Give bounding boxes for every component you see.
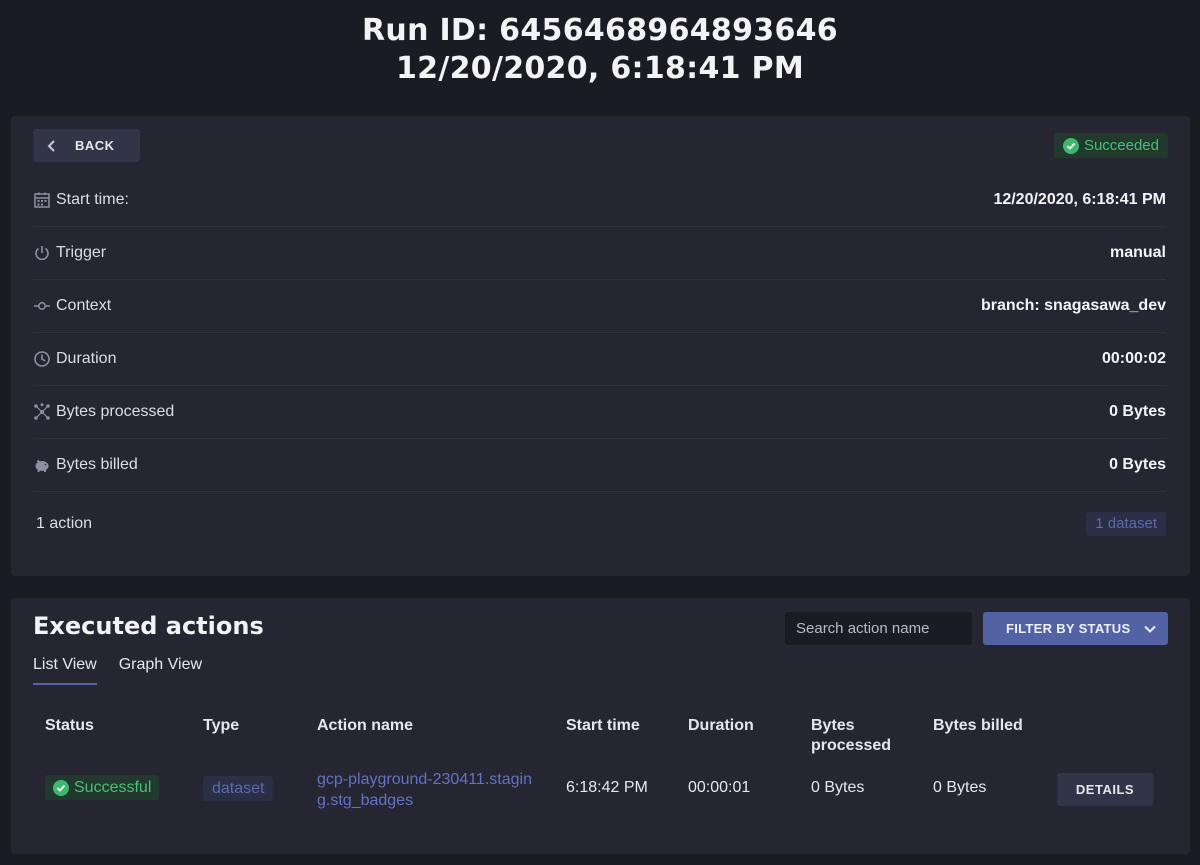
column-header-bytes-processed: Bytes processed (811, 717, 892, 754)
duration-row: Duration 00:00:02 (33, 333, 1166, 386)
column-header-status: Status (45, 717, 94, 734)
bytes-billed-row: Bytes billed 0 Bytes (33, 439, 1166, 492)
duration-value: 00:00:02 (1101, 350, 1166, 367)
commit-icon (34, 302, 50, 310)
action-type-badge: dataset (203, 776, 274, 801)
run-status-badge: Succeeded (1053, 133, 1168, 158)
details-button[interactable]: DETAILS (1057, 773, 1153, 806)
dataset-count-badge[interactable]: 1 dataset (1086, 511, 1166, 536)
bytes-billed-value: 0 Bytes (1109, 456, 1166, 473)
column-header-action-name: Action name (317, 717, 414, 734)
column-header-bytes-billed: Bytes billed (933, 717, 1023, 734)
start-time-value: 12/20/2020, 6:18:41 PM (993, 191, 1166, 208)
executed-actions-title: Executed actions (33, 612, 264, 640)
start-time-row: Start time: 12/20/2020, 6:18:41 PM (33, 174, 1166, 227)
view-tabs: List View Graph View (33, 656, 202, 685)
actions-count-row: 1 action 1 dataset (36, 497, 1166, 550)
bytes-processed-row: Bytes processed 0 Bytes (33, 386, 1166, 439)
piggy-bank-icon (35, 459, 49, 472)
check-circle-icon (53, 779, 69, 796)
filter-by-status-label: FILTER BY STATUS (1006, 621, 1131, 636)
duration-label: Duration (56, 350, 117, 367)
run-summary-card: BACK Succeeded Start time: 12/20/2020, 6… (11, 116, 1190, 576)
column-header-type: Type (203, 717, 240, 734)
action-status-label: Successful (74, 778, 152, 796)
chevron-left-icon (47, 139, 55, 152)
check-circle-icon (1062, 137, 1079, 154)
column-header-duration: Duration (688, 717, 754, 734)
clock-icon (34, 351, 50, 367)
context-row: Context branch: snagasawa_dev (33, 280, 1166, 333)
action-start-time: 6:18:42 PM (566, 779, 648, 796)
run-id-title: Run ID: 6456468964893646 (362, 13, 838, 48)
trigger-label: Trigger (56, 244, 107, 261)
calendar-icon (34, 192, 50, 208)
tab-list-view[interactable]: List View (33, 656, 97, 685)
action-duration: 00:00:01 (688, 779, 751, 796)
power-icon (35, 246, 49, 261)
action-bytes-billed: 0 Bytes (933, 779, 987, 796)
bytes-processed-value: 0 Bytes (1109, 403, 1166, 420)
tab-graph-view[interactable]: Graph View (119, 656, 202, 685)
search-action-input[interactable] (785, 612, 972, 645)
start-time-label: Start time: (56, 191, 129, 208)
bytes-billed-label: Bytes billed (56, 456, 138, 473)
bytes-processed-label: Bytes processed (56, 403, 175, 420)
page-header: Run ID: 6456468964893646 12/20/2020, 6:1… (0, 0, 1200, 104)
action-status-badge: Successful (45, 775, 160, 800)
back-button-label: BACK (75, 138, 115, 153)
run-status-label: Succeeded (1083, 137, 1159, 154)
executed-actions-card: Executed actions FILTER BY STATUS List V… (11, 598, 1190, 854)
trigger-value: manual (1109, 244, 1166, 261)
filter-by-status-button[interactable]: FILTER BY STATUS (983, 612, 1168, 645)
action-bytes-processed: 0 Bytes (811, 779, 865, 796)
context-value: branch: snagasawa_dev (981, 297, 1166, 314)
action-name-link[interactable]: gcp-playground-230411.staging.stg_badges (317, 769, 543, 811)
trigger-row: Trigger manual (33, 227, 1166, 280)
context-label: Context (56, 297, 112, 314)
chevron-down-icon (1144, 625, 1156, 633)
column-header-start-time: Start time (566, 717, 640, 734)
network-icon (34, 403, 50, 420)
back-button[interactable]: BACK (33, 129, 140, 162)
run-datetime-title: 12/20/2020, 6:18:41 PM (396, 51, 804, 86)
actions-count-label: 1 action (36, 514, 93, 532)
